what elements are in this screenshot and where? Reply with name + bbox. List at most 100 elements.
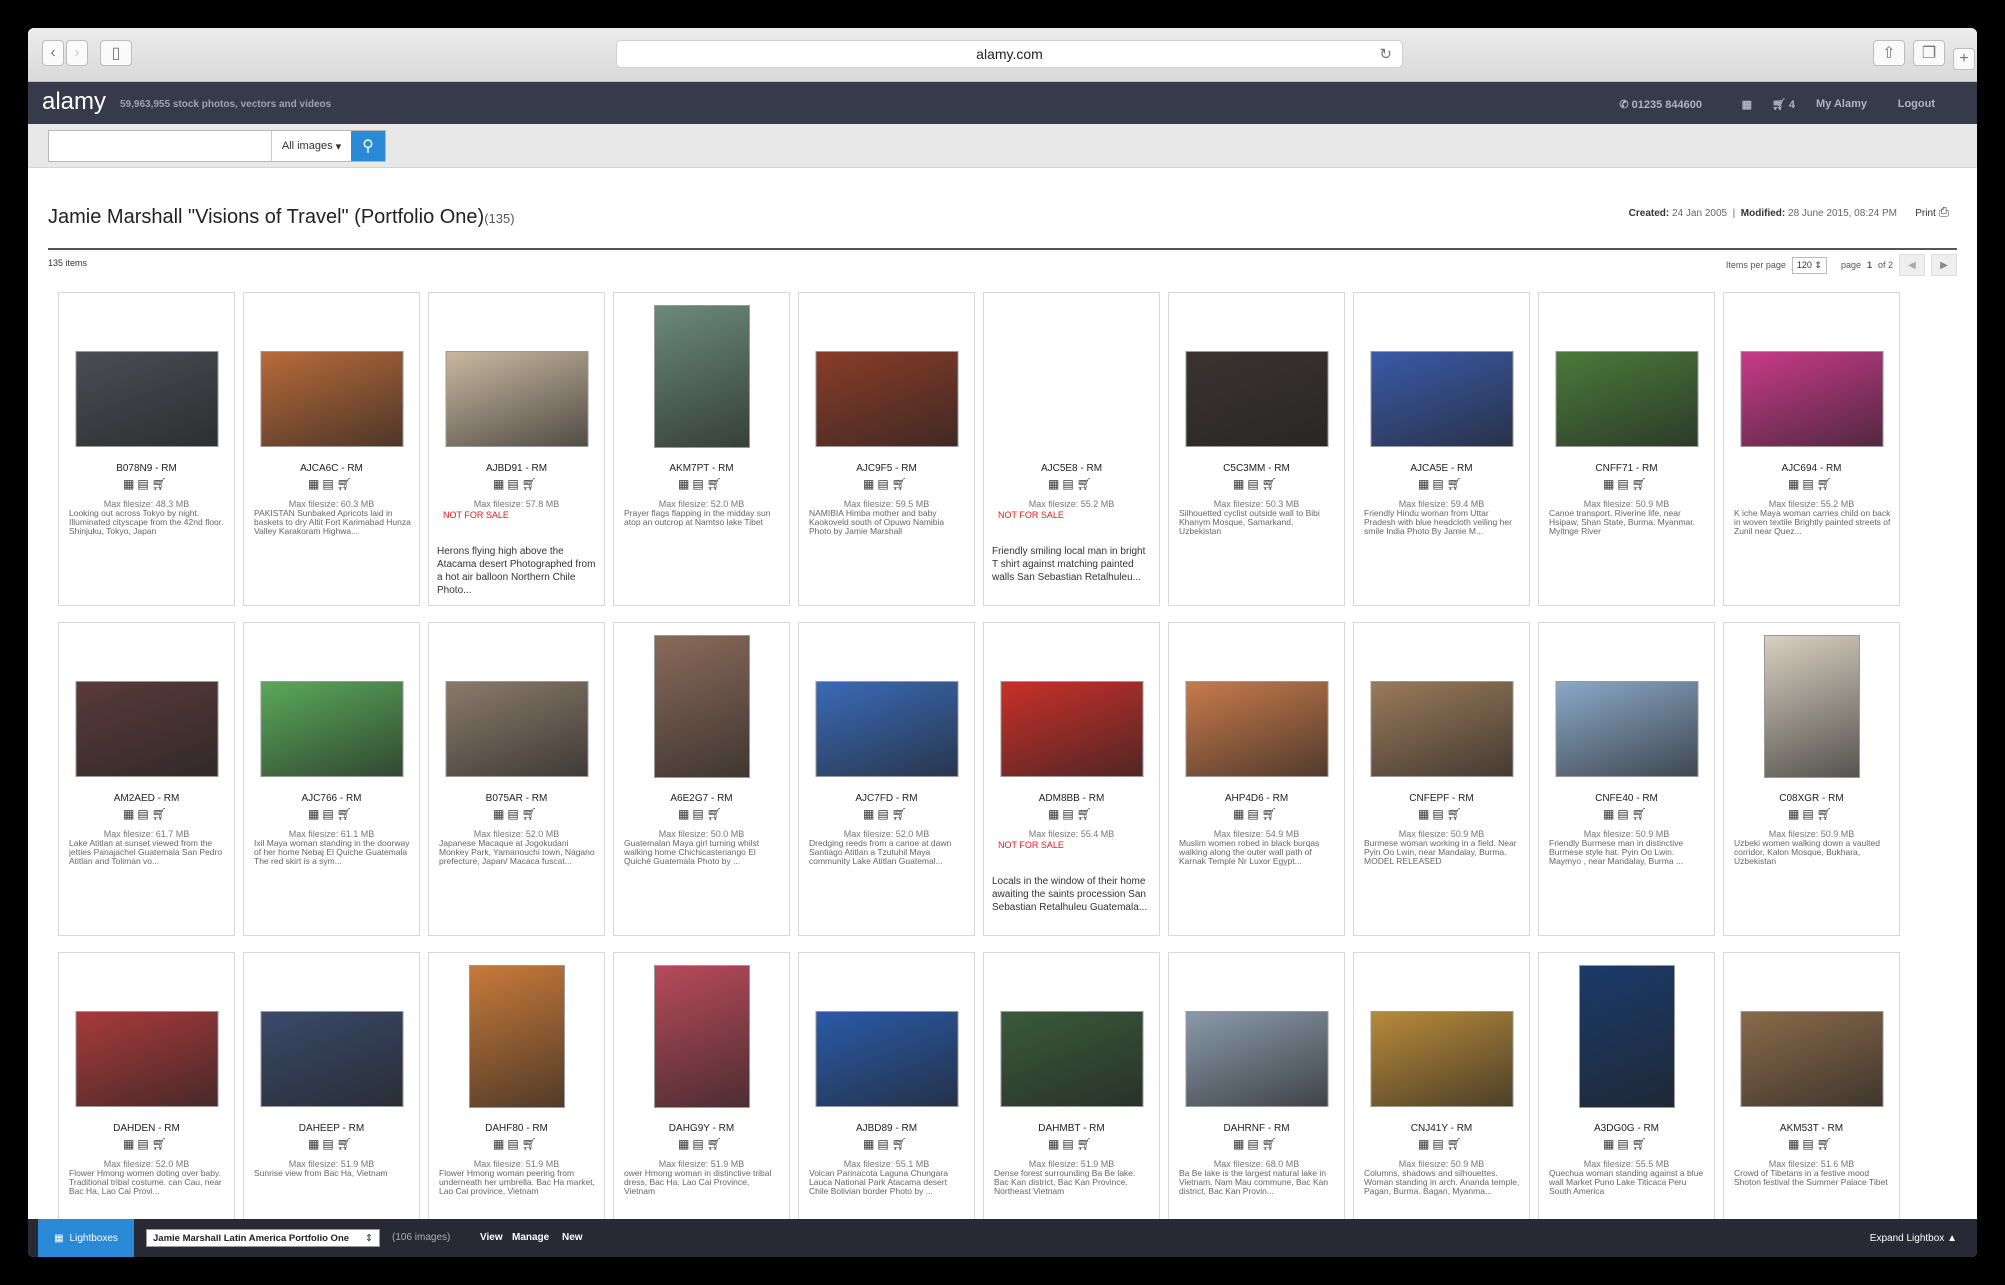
image-card[interactable]: A3DG0G - RM ▦▤🛒︎ Max filesize: 55.5 MB Quec…	[1538, 952, 1715, 1257]
reload-icon[interactable]: ↻	[1379, 45, 1392, 63]
view-link[interactable]: View	[480, 1232, 503, 1243]
thumbnail-image[interactable]	[653, 635, 750, 778]
lightbox-add-icon[interactable]: ▦	[1048, 807, 1062, 821]
image-card[interactable]: B078N9 - RM ▦▤🛒︎ Max filesize: 48.3 MB Look…	[58, 292, 235, 606]
thumbnail-image[interactable]	[1555, 681, 1698, 777]
image-card[interactable]: AKM7PT - RM ▦▤🛒︎ Max filesize: 52.0 MB Pray…	[613, 292, 790, 606]
image-card[interactable]: AJC694 - RM ▦▤🛒︎ Max filesize: 55.2 MB K ic…	[1723, 292, 1900, 606]
image-id[interactable]: AJC9F5 - RM	[799, 463, 974, 474]
cart-icon[interactable]: 🛒︎	[1817, 807, 1835, 821]
cart-icon[interactable]: 🛒︎	[1447, 477, 1465, 491]
details-icon[interactable]: ▤	[692, 807, 706, 821]
lightbox-add-icon[interactable]: ▦	[1603, 1137, 1617, 1151]
image-id[interactable]: CNJ41Y - RM	[1354, 1123, 1529, 1134]
cart-icon[interactable]: 🛒︎	[1632, 807, 1650, 821]
image-card[interactable]: DAHMBT - RM ▦▤🛒︎ Max filesize: 51.9 MB Dens…	[983, 952, 1160, 1257]
cart-link[interactable]: 🛒︎ 4	[1772, 98, 1795, 111]
thumbnail-image[interactable]	[260, 1011, 403, 1107]
cart-icon[interactable]: 🛒︎	[1262, 807, 1280, 821]
image-card[interactable]: AHP4D6 - RM ▦▤🛒︎ Max filesize: 54.9 MB Musl…	[1168, 622, 1345, 936]
lightboxes-tab[interactable]: ▦ Lightboxes	[38, 1219, 134, 1257]
lightbox-add-icon[interactable]: ▦	[308, 807, 322, 821]
image-id[interactable]: A6E2G7 - RM	[614, 793, 789, 804]
thumbnail-image[interactable]	[75, 681, 218, 777]
my-alamy-link[interactable]: My Alamy	[1816, 98, 1867, 110]
lightbox-add-icon[interactable]: ▦	[1233, 477, 1247, 491]
thumbnail-image[interactable]	[653, 305, 750, 448]
expand-lightbox-button[interactable]: Expand Lightbox ▲	[1870, 1233, 1957, 1244]
cart-icon[interactable]: 🛒︎	[1632, 477, 1650, 491]
details-icon[interactable]: ▤	[137, 807, 151, 821]
cart-icon[interactable]: 🛒︎	[1447, 1137, 1465, 1151]
image-id[interactable]: C08XGR - RM	[1724, 793, 1899, 804]
sidebar-toggle-icon[interactable]: ▯	[100, 40, 132, 66]
thumbnail-image[interactable]	[1740, 351, 1883, 447]
cart-icon[interactable]: 🛒︎	[152, 477, 170, 491]
cart-icon[interactable]: 🛒︎	[337, 1137, 355, 1151]
lightbox-select[interactable]: Jamie Marshall Latin America Portfolio O…	[146, 1229, 380, 1247]
lightbox-add-icon[interactable]: ▦	[123, 1137, 137, 1151]
thumbnail-image[interactable]	[815, 681, 958, 777]
lightbox-add-icon[interactable]: ▦	[1418, 477, 1432, 491]
thumbnail-image[interactable]	[75, 351, 218, 447]
image-card[interactable]: B075AR - RM ▦▤🛒︎ Max filesize: 52.0 MB Japa…	[428, 622, 605, 936]
cart-icon[interactable]: 🛒︎	[1077, 807, 1095, 821]
cart-icon[interactable]: 🛒︎	[892, 1137, 910, 1151]
cart-icon[interactable]: 🛒︎	[522, 1137, 540, 1151]
lightbox-add-icon[interactable]: ▦	[123, 807, 137, 821]
forward-button[interactable]: ›	[66, 40, 88, 66]
scope-dropdown[interactable]: All images ▾	[271, 131, 351, 161]
image-id[interactable]: DAHF80 - RM	[429, 1123, 604, 1134]
image-id[interactable]: CNFF71 - RM	[1539, 463, 1714, 474]
alamy-logo[interactable]: alamy	[42, 88, 106, 116]
image-id[interactable]: AJC766 - RM	[244, 793, 419, 804]
image-id[interactable]: C5C3MM - RM	[1169, 463, 1344, 474]
lightbox-add-icon[interactable]: ▦	[1603, 807, 1617, 821]
lightbox-icon[interactable]: ▦	[1742, 98, 1752, 111]
lightbox-add-icon[interactable]: ▦	[863, 477, 877, 491]
image-card[interactable]: AJCA5E - RM ▦▤🛒︎ Max filesize: 59.4 MB Frie…	[1353, 292, 1530, 606]
thumbnail-image[interactable]	[653, 965, 750, 1108]
details-icon[interactable]: ▤	[507, 807, 521, 821]
image-id[interactable]: DAHDEN - RM	[59, 1123, 234, 1134]
lightbox-add-icon[interactable]: ▦	[493, 807, 507, 821]
lightbox-add-icon[interactable]: ▦	[678, 807, 692, 821]
details-icon[interactable]: ▤	[1617, 477, 1631, 491]
image-card[interactable]: A6E2G7 - RM ▦▤🛒︎ Max filesize: 50.0 MB Guat…	[613, 622, 790, 936]
lightbox-add-icon[interactable]: ▦	[1048, 1137, 1062, 1151]
cart-icon[interactable]: 🛒︎	[522, 807, 540, 821]
cart-icon[interactable]: 🛒︎	[152, 807, 170, 821]
image-card[interactable]: AJC766 - RM ▦▤🛒︎ Max filesize: 61.1 MB Ixil…	[243, 622, 420, 936]
manage-link[interactable]: Manage	[512, 1232, 549, 1243]
image-id[interactable]: AJCA5E - RM	[1354, 463, 1529, 474]
image-card[interactable]: C08XGR - RM ▦▤🛒︎ Max filesize: 50.9 MB Uzbe…	[1723, 622, 1900, 936]
details-icon[interactable]: ▤	[137, 1137, 151, 1151]
thumbnail-image[interactable]	[1185, 351, 1328, 447]
details-icon[interactable]: ▤	[1617, 1137, 1631, 1151]
lightbox-add-icon[interactable]: ▦	[863, 807, 877, 821]
lightbox-add-icon[interactable]: ▦	[308, 1137, 322, 1151]
image-card[interactable]: AKM53T - RM ▦▤🛒︎ Max filesize: 51.6 MB Crow…	[1723, 952, 1900, 1257]
page-current[interactable]: 1	[1867, 260, 1872, 270]
details-icon[interactable]: ▤	[1247, 1137, 1261, 1151]
image-card[interactable]: CNFEPF - RM ▦▤🛒︎ Max filesize: 50.9 MB Burm…	[1353, 622, 1530, 936]
thumbnail-image[interactable]	[1185, 1011, 1328, 1107]
details-icon[interactable]: ▤	[1802, 807, 1816, 821]
back-button[interactable]: ‹	[42, 40, 64, 66]
details-icon[interactable]: ▤	[1617, 807, 1631, 821]
image-card[interactable]: ADM8BB - RM ▦▤🛒︎ Max filesize: 55.4 MB NOT …	[983, 622, 1160, 936]
image-id[interactable]: AKM53T - RM	[1724, 1123, 1899, 1134]
image-id[interactable]: AM2AED - RM	[59, 793, 234, 804]
details-icon[interactable]: ▤	[1247, 807, 1261, 821]
details-icon[interactable]: ▤	[322, 1137, 336, 1151]
details-icon[interactable]: ▤	[1432, 807, 1446, 821]
lightbox-add-icon[interactable]: ▦	[1788, 477, 1802, 491]
image-card[interactable]: DAHF80 - RM ▦▤🛒︎ Max filesize: 51.9 MB Flow…	[428, 952, 605, 1257]
details-icon[interactable]: ▤	[1062, 807, 1076, 821]
image-id[interactable]: ADM8BB - RM	[984, 793, 1159, 804]
image-id[interactable]: B078N9 - RM	[59, 463, 234, 474]
per-page-select[interactable]: 120 ⇕	[1791, 256, 1827, 274]
image-id[interactable]: AJC7FD - RM	[799, 793, 974, 804]
lightbox-add-icon[interactable]: ▦	[493, 477, 507, 491]
cart-icon[interactable]: 🛒︎	[1077, 477, 1095, 491]
